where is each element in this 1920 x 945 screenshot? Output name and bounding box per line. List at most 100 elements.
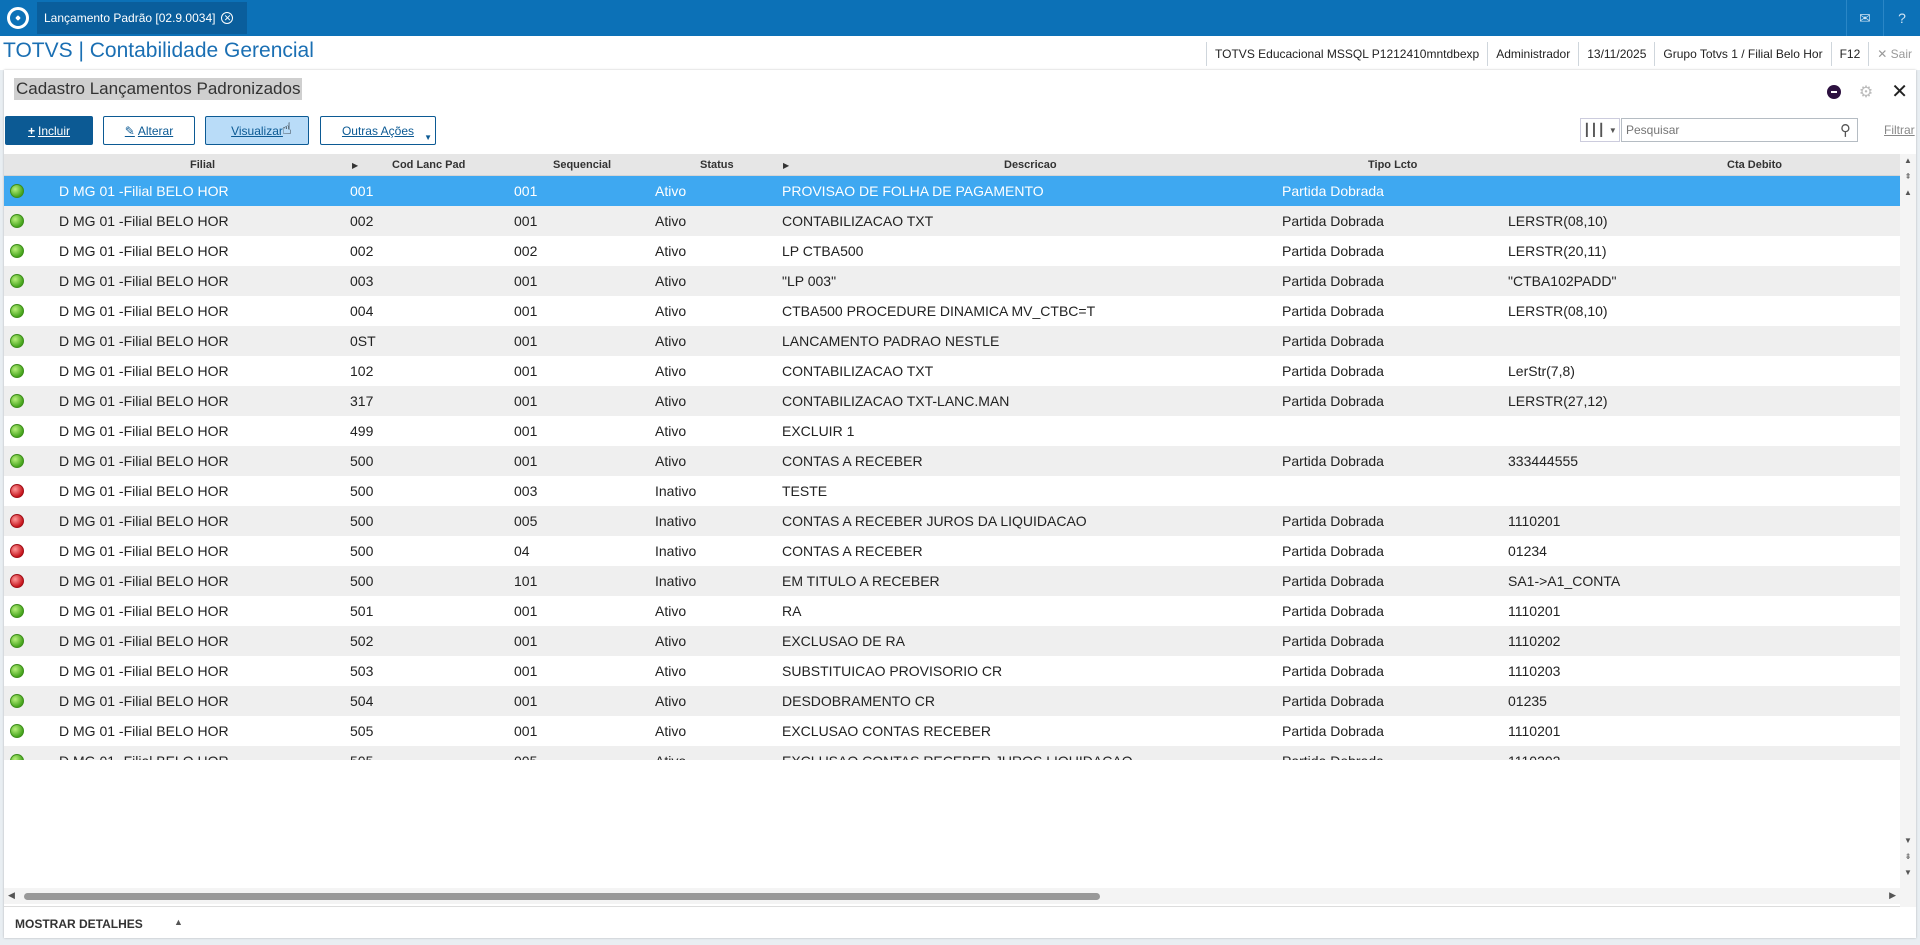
cell-seq: 001 xyxy=(514,363,538,379)
column-arrow-icon[interactable]: ▶ xyxy=(352,161,358,170)
cell-tipo: Partida Dobrada xyxy=(1282,273,1384,289)
search-icon[interactable]: ⚲ xyxy=(1840,121,1851,139)
cell-tipo: Partida Dobrada xyxy=(1282,693,1384,709)
status-active-icon xyxy=(10,454,24,468)
table-row[interactable]: D MG 01 -Filial BELO HOR 500 003 Inativo TES… xyxy=(4,476,1900,506)
column-header-cta-debito[interactable]: Cta Debito xyxy=(1727,159,1782,171)
scroll-bottom-icon[interactable]: ▼ xyxy=(1902,868,1914,877)
help-icon[interactable]: ? xyxy=(1883,0,1920,36)
horizontal-scrollbar[interactable]: ◀ ▶ xyxy=(4,888,1900,904)
cell-cod: 504 xyxy=(350,693,374,709)
user-label[interactable]: Administrador xyxy=(1487,42,1578,66)
cell-filial: D MG 01 -Filial BELO HOR xyxy=(59,513,229,529)
cell-cta: "CTBA102PADD" xyxy=(1508,273,1617,289)
scroll-right-icon[interactable]: ▶ xyxy=(1889,890,1896,901)
details-footer[interactable]: MOSTRAR DETALHES ▲ xyxy=(4,906,1900,938)
cell-filial: D MG 01 -Filial BELO HOR xyxy=(59,663,229,679)
scroll-down-icon[interactable]: ▼ xyxy=(1902,836,1914,845)
table-row[interactable]: D MG 01 -Filial BELO HOR 505 005 Ativo EXCLU… xyxy=(4,746,1900,760)
column-header-sequencial[interactable]: Sequencial xyxy=(553,159,611,171)
column-arrow-icon[interactable]: ▶ xyxy=(783,161,789,170)
scroll-top-icon[interactable]: ▲ xyxy=(1902,156,1914,165)
cell-descricao: DESDOBRAMENTO CR xyxy=(782,693,935,709)
table-row[interactable]: D MG 01 -Filial BELO HOR 503 001 Ativo SUBST… xyxy=(4,656,1900,686)
table-row[interactable]: D MG 01 -Filial BELO HOR 502 001 Ativo EXCLU… xyxy=(4,626,1900,656)
cell-cod: 503 xyxy=(350,663,374,679)
totvs-logo-icon[interactable] xyxy=(0,0,36,36)
scroll-up-icon[interactable]: ▲ xyxy=(1902,188,1914,197)
main-panel: Cadastro Lançamentos Padronizados ⚙ ✕ + I… xyxy=(4,70,1916,938)
scroll-left-icon[interactable]: ◀ xyxy=(8,890,15,901)
scroll-page-up-icon[interactable]: ⇞ xyxy=(1902,172,1914,181)
cell-descricao: EXCLUSAO CONTAS RECEBER JUROS LIQUIDACAO xyxy=(782,753,1133,760)
cell-status: Inativo xyxy=(655,513,697,529)
table-row[interactable]: D MG 01 -Filial BELO HOR 499 001 Ativo EXCLU… xyxy=(4,416,1900,446)
table-row[interactable]: D MG 01 -Filial BELO HOR 500 005 Inativo CON… xyxy=(4,506,1900,536)
column-header-status[interactable]: Status xyxy=(700,159,734,171)
cell-cta: 1110201 xyxy=(1508,603,1561,619)
visualizar-button[interactable]: Visualizar xyxy=(205,116,309,145)
scroll-page-down-icon[interactable]: ⇟ xyxy=(1902,852,1914,861)
column-header-tipo-lcto[interactable]: Tipo Lcto xyxy=(1368,159,1417,171)
table-row[interactable]: D MG 01 -Filial BELO HOR 500 101 Inativo EM … xyxy=(4,566,1900,596)
column-header-cod-lanc-pad[interactable]: Cod Lanc Pad xyxy=(392,159,465,171)
cell-status: Ativo xyxy=(655,213,687,229)
status-indicator-icon[interactable] xyxy=(1826,84,1841,99)
date-label[interactable]: 13/11/2025 xyxy=(1578,42,1654,66)
close-tab-icon[interactable]: ✕ xyxy=(221,12,234,24)
close-icon[interactable]: ✕ xyxy=(1891,79,1908,104)
cell-descricao: CONTAS A RECEBER xyxy=(782,453,923,469)
status-active-icon xyxy=(10,424,24,438)
table-row[interactable]: D MG 01 -Filial BELO HOR 003 001 Ativo "LP 0… xyxy=(4,266,1900,296)
cell-cod: 499 xyxy=(350,423,374,439)
table-row[interactable]: D MG 01 -Filial BELO HOR 505 001 Ativo EXCLU… xyxy=(4,716,1900,746)
alterar-button[interactable]: ✎ Alterar xyxy=(103,116,195,145)
cell-cod: 500 xyxy=(350,453,374,469)
table-row[interactable]: D MG 01 -Filial BELO HOR 004 001 Ativo CTBA5… xyxy=(4,296,1900,326)
status-active-icon xyxy=(10,694,24,708)
f12-button[interactable]: F12 xyxy=(1830,42,1869,66)
cell-cta: LERSTR(08,10) xyxy=(1508,213,1608,229)
branch-label[interactable]: Grupo Totvs 1 / Filial Belo Hor xyxy=(1654,42,1830,66)
cell-status: Ativo xyxy=(655,423,687,439)
environment-label[interactable]: TOTVS Educacional MSSQL P1212410mntdbexp xyxy=(1206,42,1487,66)
columns-button[interactable]: ┃┃┃ ▼ xyxy=(1580,118,1620,142)
vertical-scrollbar[interactable]: ▲ ⇞ ▲ ▼ ⇟ ▼ xyxy=(1900,154,1916,907)
cell-seq: 001 xyxy=(514,273,538,289)
logout-button[interactable]: ✕ Sair xyxy=(1868,42,1920,66)
table-row[interactable]: D MG 01 -Filial BELO HOR 500 04 Inativo CONT… xyxy=(4,536,1900,566)
mail-icon[interactable]: ✉ xyxy=(1846,0,1883,36)
cell-cod: 505 xyxy=(350,723,374,739)
tab-lancamento-padrao[interactable]: Lançamento Padrão [02.9.0034] ✕ xyxy=(37,2,247,34)
cell-filial: D MG 01 -Filial BELO HOR xyxy=(59,573,229,589)
triangle-up-icon[interactable]: ▲ xyxy=(174,917,183,927)
search-input[interactable] xyxy=(1622,119,1827,141)
incluir-button[interactable]: + Incluir xyxy=(5,116,93,145)
table-row[interactable]: D MG 01 -Filial BELO HOR 102 001 Ativo CONTA… xyxy=(4,356,1900,386)
column-header-descricao[interactable]: Descricao xyxy=(1004,159,1057,171)
status-active-icon xyxy=(10,664,24,678)
filtrar-link[interactable]: Filtrar xyxy=(1884,123,1915,137)
cell-cod: 0ST xyxy=(350,333,376,349)
column-header-filial[interactable]: Filial xyxy=(190,159,215,171)
cell-status: Ativo xyxy=(655,183,687,199)
table-row[interactable]: D MG 01 -Filial BELO HOR 001 001 Ativo PROVI… xyxy=(4,176,1900,206)
cell-cod: 502 xyxy=(350,633,374,649)
cell-seq: 101 xyxy=(514,573,538,589)
table-row[interactable]: D MG 01 -Filial BELO HOR 002 002 Ativo LP CT… xyxy=(4,236,1900,266)
table-row[interactable]: D MG 01 -Filial BELO HOR 500 001 Ativo CONTA… xyxy=(4,446,1900,476)
cell-tipo: Partida Dobrada xyxy=(1282,243,1384,259)
status-inactive-icon xyxy=(10,574,24,588)
scroll-thumb[interactable] xyxy=(24,893,1100,900)
mostrar-detalhes-label[interactable]: MOSTRAR DETALHES xyxy=(15,917,143,931)
table-row[interactable]: D MG 01 -Filial BELO HOR 504 001 Ativo DESDO… xyxy=(4,686,1900,716)
table-row[interactable]: D MG 01 -Filial BELO HOR 501 001 Ativo RA Par… xyxy=(4,596,1900,626)
table-row[interactable]: D MG 01 -Filial BELO HOR 317 001 Ativo CONTA… xyxy=(4,386,1900,416)
table-row[interactable]: D MG 01 -Filial BELO HOR 0ST 001 Ativo LANCA… xyxy=(4,326,1900,356)
outras-acoes-button[interactable]: Outras Ações ▼ xyxy=(320,116,436,145)
table-row[interactable]: D MG 01 -Filial BELO HOR 002 001 Ativo CONTA… xyxy=(4,206,1900,236)
cell-descricao: CONTAS A RECEBER xyxy=(782,543,923,559)
cell-status: Inativo xyxy=(655,573,697,589)
gear-icon[interactable]: ⚙ xyxy=(1859,82,1873,102)
cell-tipo: Partida Dobrada xyxy=(1282,213,1384,229)
